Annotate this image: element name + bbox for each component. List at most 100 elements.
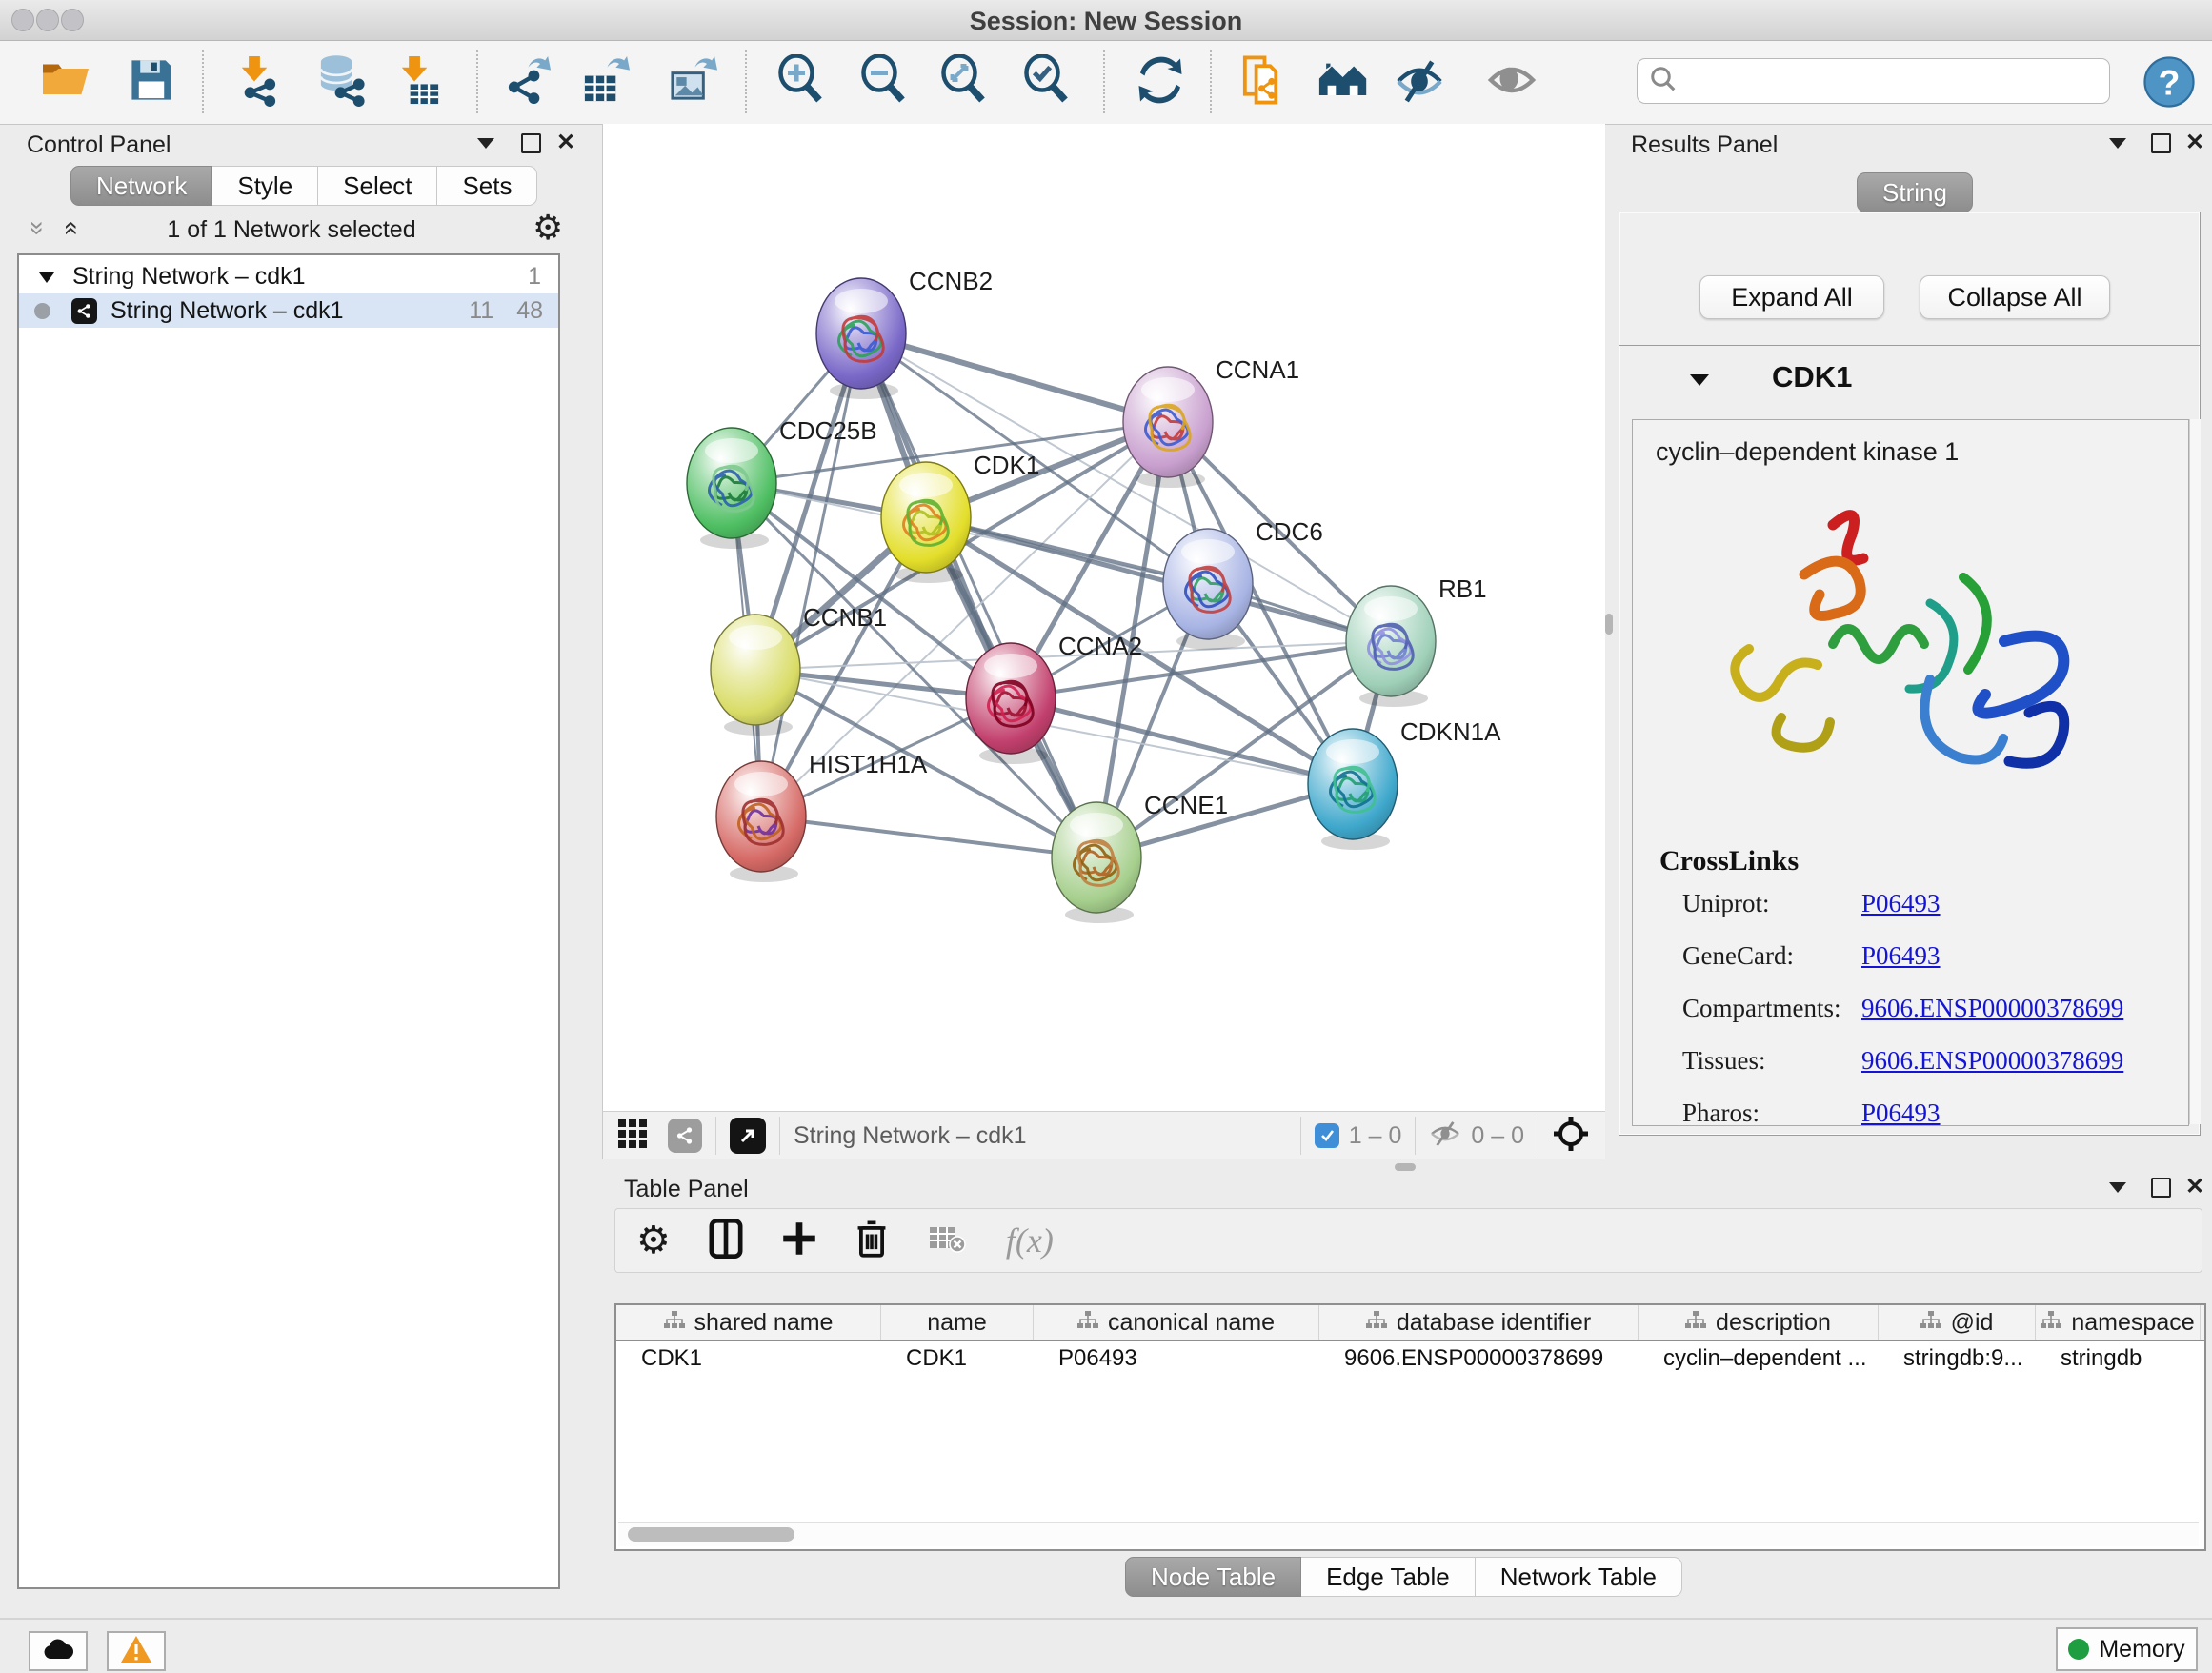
edge-HIST1H1A-CCNE1[interactable] bbox=[761, 816, 1096, 857]
results-panel-close-button[interactable]: ✕ bbox=[2185, 131, 2204, 154]
control-panel-float-button[interactable] bbox=[521, 133, 541, 153]
crosslink-link[interactable]: P06493 bbox=[1861, 1099, 1941, 1128]
tab-style[interactable]: Style bbox=[212, 166, 318, 206]
control-panel-close-button[interactable]: ✕ bbox=[556, 131, 575, 154]
zoom-selected-button[interactable] bbox=[1021, 54, 1075, 110]
memory-button[interactable]: Memory bbox=[2056, 1627, 2198, 1671]
add-column-icon[interactable] bbox=[781, 1220, 817, 1261]
tab-string[interactable]: String bbox=[1857, 172, 1973, 212]
hscrollbar-thumb[interactable] bbox=[628, 1527, 794, 1542]
gene-entry-header[interactable]: CDK1 bbox=[1619, 345, 2200, 419]
toolbar-search[interactable] bbox=[1637, 58, 2110, 104]
control-panel-menu-icon[interactable] bbox=[475, 135, 496, 155]
table-panel-close-button[interactable]: ✕ bbox=[2185, 1176, 2204, 1199]
export-table-button[interactable] bbox=[579, 54, 633, 110]
expand-all-button[interactable]: Expand All bbox=[1699, 275, 1884, 319]
table-cell[interactable]: P06493 bbox=[1034, 1345, 1319, 1372]
hidden-eye-slash-icon[interactable] bbox=[1429, 1120, 1461, 1152]
grid-mode-icon[interactable] bbox=[618, 1119, 654, 1153]
table-cell[interactable]: CDK1 bbox=[881, 1345, 1034, 1372]
table-row[interactable]: CDK1CDK1P064939606.ENSP00000378699cyclin… bbox=[616, 1341, 2204, 1376]
clone-network-button[interactable] bbox=[1237, 54, 1290, 110]
table-panel-float-button[interactable] bbox=[2151, 1178, 2171, 1198]
node-CDK1[interactable]: CDK1 bbox=[881, 451, 1039, 583]
show-columns-icon[interactable] bbox=[709, 1219, 743, 1263]
network-overview-icon[interactable] bbox=[668, 1119, 702, 1153]
entry-collapse-icon[interactable] bbox=[1688, 372, 1711, 393]
export-image-button[interactable] bbox=[667, 54, 720, 110]
import-table-button[interactable] bbox=[391, 54, 444, 110]
table-cell[interactable]: 9606.ENSP00000378699 bbox=[1319, 1345, 1639, 1372]
warning-button[interactable] bbox=[107, 1631, 166, 1671]
help-button[interactable]: ? bbox=[2143, 56, 2195, 112]
apply-layout-button[interactable] bbox=[1134, 54, 1187, 110]
delete-table-icon[interactable] bbox=[928, 1223, 966, 1259]
export-network-button[interactable] bbox=[503, 54, 556, 110]
hide-selected-button[interactable] bbox=[1393, 54, 1446, 110]
tab-edge-table[interactable]: Edge Table bbox=[1301, 1557, 1476, 1597]
table-hscrollbar[interactable] bbox=[618, 1522, 2199, 1546]
network-row-selected[interactable]: String Network – cdk1 11 48 bbox=[19, 293, 558, 328]
horizontal-splitter-grip[interactable] bbox=[1395, 1163, 1416, 1171]
node-CDKN1A[interactable]: CDKN1A bbox=[1308, 717, 1501, 850]
crosslink-link[interactable]: 9606.ENSP00000378699 bbox=[1861, 994, 2123, 1023]
birds-eye-crosshair-icon[interactable] bbox=[1552, 1115, 1590, 1158]
column-header-description[interactable]: description bbox=[1639, 1305, 1879, 1340]
column-header-name[interactable]: name bbox=[881, 1305, 1034, 1340]
show-all-button[interactable] bbox=[1485, 54, 1538, 110]
crosslink-link[interactable]: 9606.ENSP00000378699 bbox=[1861, 1046, 2123, 1076]
table-cell[interactable]: cyclin–dependent ... bbox=[1639, 1345, 1879, 1372]
column-header-canonical-name[interactable]: canonical name bbox=[1034, 1305, 1319, 1340]
results-panel-float-button[interactable] bbox=[2151, 133, 2171, 153]
tab-sets[interactable]: Sets bbox=[437, 166, 537, 206]
table-settings-gear-icon[interactable]: ⚙ bbox=[636, 1219, 671, 1262]
network-graph[interactable]: CCNB2CCNA1CDC25BCDK1CDC6RB1CCNB1CCNA2CDK… bbox=[603, 124, 1605, 1111]
tab-select[interactable]: Select bbox=[318, 166, 437, 206]
edge-CCNB2-CCNA1[interactable] bbox=[861, 333, 1168, 422]
gear-icon[interactable]: ⚙ bbox=[533, 208, 563, 248]
column-header-@id[interactable]: @id bbox=[1879, 1305, 2036, 1340]
column-header-namespace[interactable]: namespace bbox=[2036, 1305, 2201, 1340]
network-collection-row[interactable]: String Network – cdk1 1 bbox=[19, 255, 558, 293]
delete-column-icon[interactable] bbox=[855, 1219, 888, 1262]
network-edges[interactable] bbox=[732, 333, 1391, 857]
search-input[interactable] bbox=[1678, 67, 2091, 95]
tab-network-table[interactable]: Network Table bbox=[1476, 1557, 1682, 1597]
zoom-out-button[interactable] bbox=[858, 54, 912, 110]
node-CDC25B[interactable]: CDC25B bbox=[687, 416, 877, 549]
import-network-file-button[interactable] bbox=[228, 54, 281, 110]
node-CCNB1[interactable]: CCNB1 bbox=[711, 603, 887, 736]
open-session-button[interactable] bbox=[39, 54, 92, 110]
table-cell[interactable]: CDK1 bbox=[616, 1345, 881, 1372]
detach-view-icon[interactable] bbox=[730, 1118, 766, 1154]
network-canvas[interactable]: CCNB2CCNA1CDC25BCDK1CDC6RB1CCNB1CCNA2CDK… bbox=[602, 124, 1605, 1111]
edge-CCNB2-HIST1H1A[interactable] bbox=[761, 333, 861, 816]
import-network-database-button[interactable] bbox=[315, 54, 369, 110]
collapse-all-button[interactable]: Collapse All bbox=[1920, 275, 2110, 319]
results-panel-menu-icon[interactable] bbox=[2107, 135, 2128, 155]
table-cell[interactable]: stringdb:9... bbox=[1879, 1345, 2036, 1372]
column-header-shared-name[interactable]: shared name bbox=[616, 1305, 881, 1340]
first-neighbors-button[interactable] bbox=[1317, 54, 1371, 110]
edge-CCNB2-CCNE1[interactable] bbox=[861, 333, 1096, 857]
node-RB1[interactable]: RB1 bbox=[1346, 574, 1487, 707]
crosslink-link[interactable]: P06493 bbox=[1861, 941, 1941, 971]
column-header-database-identifier[interactable]: database identifier bbox=[1319, 1305, 1639, 1340]
node-HIST1H1A[interactable]: HIST1H1A bbox=[716, 750, 928, 882]
results-scrollbar[interactable] bbox=[2189, 419, 2201, 1124]
tab-node-table[interactable]: Node Table bbox=[1125, 1557, 1301, 1597]
tab-network[interactable]: Network bbox=[70, 166, 212, 206]
crosslink-link[interactable]: P06493 bbox=[1861, 889, 1941, 918]
table-panel-menu-icon[interactable] bbox=[2107, 1179, 2128, 1199]
table-cell[interactable]: stringdb bbox=[2036, 1345, 2201, 1372]
function-builder-icon[interactable]: f(x) bbox=[1006, 1220, 1054, 1260]
tree-expand-icon[interactable] bbox=[38, 263, 55, 291]
zoom-in-button[interactable] bbox=[775, 54, 829, 110]
node-CCNA1[interactable]: CCNA1 bbox=[1123, 355, 1299, 488]
cloud-button[interactable] bbox=[29, 1631, 88, 1671]
node-CCNB2[interactable]: CCNB2 bbox=[816, 267, 993, 399]
node-CCNE1[interactable]: CCNE1 bbox=[1052, 791, 1228, 923]
zoom-fit-button[interactable] bbox=[938, 54, 992, 110]
save-session-button[interactable] bbox=[125, 54, 178, 110]
selected-checkbox-icon[interactable] bbox=[1315, 1123, 1339, 1148]
